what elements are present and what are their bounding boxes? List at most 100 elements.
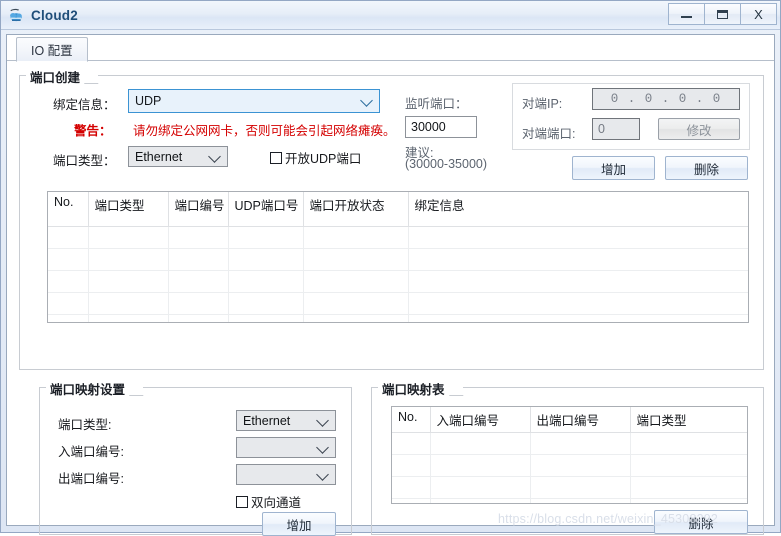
table-cell <box>530 498 631 503</box>
peer-ip-input[interactable]: 0 . 0 . 0 . 0 <box>592 88 740 110</box>
table-row-empty[interactable] <box>392 432 747 455</box>
chevron-down-icon <box>360 94 373 107</box>
group-mapping-table-title: 端口映射表 <box>378 379 463 398</box>
port-table-grid: No. 端口类型 端口编号 UDP端口号 端口开放状态 绑定信息 <box>48 192 748 322</box>
table-cell <box>303 292 409 315</box>
delete-port-button[interactable]: 删除 <box>665 156 748 180</box>
table-cell <box>430 476 531 499</box>
listen-port-input[interactable]: 30000 <box>405 116 477 138</box>
mapping-delete-button[interactable]: 删除 <box>654 510 748 534</box>
mapping-add-button-label: 增加 <box>286 518 312 533</box>
modify-button[interactable]: 修改 <box>658 118 740 140</box>
table-row-empty[interactable] <box>48 226 748 249</box>
group-mapping-settings-title: 端口映射设置 <box>46 379 144 398</box>
mapping-add-button[interactable]: 增加 <box>262 512 336 536</box>
table-cell <box>228 314 304 322</box>
port-table-header-row: No. 端口类型 端口编号 UDP端口号 端口开放状态 绑定信息 <box>48 192 748 227</box>
table-cell <box>408 270 748 293</box>
binding-info-label: 绑定信息： <box>53 98 116 112</box>
table-cell <box>630 498 747 503</box>
add-port-button[interactable]: 增加 <box>572 156 655 180</box>
mapping-port-type-value: Ethernet <box>243 413 291 428</box>
table-cell <box>228 292 304 315</box>
port-table-col-binding: 绑定信息 <box>408 192 748 227</box>
mapping-out-port-combo[interactable] <box>236 464 336 485</box>
table-cell <box>168 248 229 271</box>
table-cell <box>392 476 431 499</box>
table-cell <box>228 270 304 293</box>
table-cell <box>303 314 409 322</box>
mapping-table[interactable]: No. 入端口编号 出端口编号 端口类型 <box>391 406 748 504</box>
mapping-out-port-label: 出端口编号: <box>58 472 124 486</box>
mapping-in-port-label: 入端口编号: <box>58 445 124 459</box>
close-button[interactable]: X <box>740 3 777 25</box>
mapping-port-type-combo[interactable]: Ethernet <box>236 410 336 431</box>
table-row-empty[interactable] <box>48 314 748 322</box>
title-bar: Cloud2 X <box>1 1 780 30</box>
table-cell <box>168 314 229 322</box>
port-table[interactable]: No. 端口类型 端口编号 UDP端口号 端口开放状态 绑定信息 <box>47 191 749 323</box>
table-row-empty[interactable] <box>392 454 747 477</box>
table-cell <box>48 270 89 293</box>
group-port-create-title: 端口创建 <box>26 67 99 86</box>
table-cell <box>408 314 748 322</box>
table-cell <box>392 454 431 477</box>
table-cell <box>630 476 747 499</box>
minimize-icon <box>681 16 692 18</box>
peer-ip-value: 0 . 0 . 0 . 0 <box>610 92 722 106</box>
chevron-down-icon <box>316 440 329 454</box>
table-cell <box>392 432 431 455</box>
minimize-button[interactable] <box>668 3 705 25</box>
table-cell <box>630 454 747 477</box>
table-cell <box>430 454 531 477</box>
table-row-empty[interactable] <box>392 498 747 503</box>
tab-strip: IO 配置 <box>7 35 774 62</box>
port-type-combo[interactable]: Ethernet <box>128 146 228 167</box>
table-cell <box>228 248 304 271</box>
table-cell <box>408 226 748 249</box>
table-cell <box>630 432 747 455</box>
add-port-button-label: 增加 <box>600 162 626 177</box>
table-cell <box>88 292 169 315</box>
table-cell <box>48 226 89 249</box>
table-cell <box>408 248 748 271</box>
table-row-empty[interactable] <box>48 292 748 315</box>
mapping-table-grid: No. 入端口编号 出端口编号 端口类型 <box>392 407 747 503</box>
mapping-delete-button-label: 删除 <box>688 516 714 531</box>
table-cell <box>530 432 631 455</box>
port-table-col-portnum: 端口编号 <box>168 192 229 227</box>
table-cell <box>88 226 169 249</box>
mapping-table-col-no: No. <box>392 407 431 433</box>
group-mapping-settings: 端口映射设置 端口类型: Ethernet 入端口编号: 出端口编号: 双向通道 <box>39 379 352 536</box>
delete-port-button-label: 删除 <box>693 162 719 177</box>
table-cell <box>430 432 531 455</box>
chevron-down-icon <box>316 413 329 427</box>
binding-info-combo[interactable]: UDP <box>128 89 380 113</box>
open-udp-port-checkbox[interactable]: 开放UDP端口 <box>270 148 361 167</box>
table-row-empty[interactable] <box>48 270 748 293</box>
window-title: Cloud2 <box>31 7 78 23</box>
mapping-table-header-row: No. 入端口编号 出端口编号 端口类型 <box>392 407 747 433</box>
table-cell <box>168 226 229 249</box>
table-cell <box>88 248 169 271</box>
mapping-table-col-outport: 出端口编号 <box>530 407 631 433</box>
table-row-empty[interactable] <box>392 476 747 499</box>
table-cell <box>430 498 531 503</box>
warning-text: 请勿绑定公网网卡，否则可能会引起网络瘫痪。 <box>133 124 396 138</box>
table-row-empty[interactable] <box>48 248 748 271</box>
mapping-in-port-combo[interactable] <box>236 437 336 458</box>
table-cell <box>530 476 631 499</box>
group-port-create: 端口创建 绑定信息： UDP 警告： 请勿绑定公网网卡，否则可能会引起网络瘫痪。… <box>19 67 764 370</box>
open-udp-port-label: 开放UDP端口 <box>285 152 362 166</box>
group-mapping-table: 端口映射表 No. 入端口编号 出端口编号 端口类型 删除 <box>371 379 764 535</box>
tab-io-config[interactable]: IO 配置 <box>16 37 88 62</box>
peer-port-input[interactable]: 0 <box>592 118 640 140</box>
table-cell <box>408 292 748 315</box>
port-table-col-openstate: 端口开放状态 <box>303 192 409 227</box>
table-cell <box>303 226 409 249</box>
maximize-icon <box>717 9 728 19</box>
bidirectional-channel-checkbox[interactable]: 双向通道 <box>236 492 301 511</box>
mapping-table-body <box>392 432 747 503</box>
maximize-button[interactable] <box>704 3 741 25</box>
table-cell <box>228 226 304 249</box>
